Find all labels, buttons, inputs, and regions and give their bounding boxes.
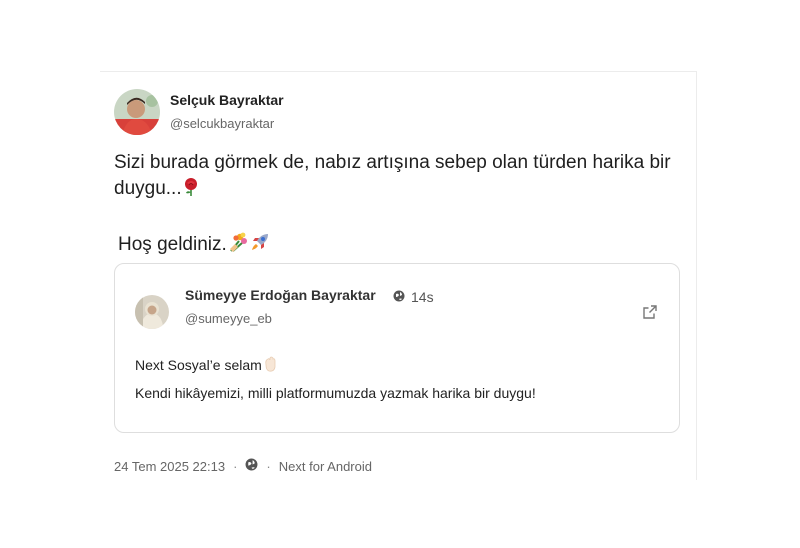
greeting-text: Hoş geldiniz.	[118, 234, 227, 255]
post-body: Sizi burada görmek de, nabız artışına se…	[114, 150, 684, 261]
wave-hand-icon	[262, 355, 280, 376]
post-source: Next for Android	[278, 458, 372, 474]
author-name[interactable]: Selçuk Bayraktar	[170, 91, 284, 109]
quoted-time: 14s	[393, 289, 434, 305]
post-author-row[interactable]: Selçuk Bayraktar @selcukbayraktar	[114, 89, 284, 135]
quoted-text-line1-text: Next Sosyal’e selam	[135, 357, 262, 373]
greeting-line: Hoş geldiniz.	[114, 231, 684, 261]
separator-dot: ·	[233, 458, 238, 474]
quoted-author-avatar[interactable]	[135, 295, 169, 329]
post-text-line1: Sizi burada görmek de, nabız artışına se…	[114, 152, 671, 173]
rose-icon	[182, 177, 200, 205]
author-avatar[interactable]	[114, 89, 160, 135]
post-date[interactable]: 24 Tem 2025 22:13	[114, 459, 225, 474]
separator-dot: ·	[266, 458, 271, 474]
quoted-text-line1: Next Sosyal’e selam	[135, 355, 280, 376]
rocket-icon	[249, 231, 271, 261]
author-handle[interactable]: @selcukbayraktar	[170, 115, 284, 133]
post-text-line2: duygu...	[114, 176, 684, 205]
quoted-text-line2: Kendi hikâyemizi, milli platformumuzda y…	[135, 385, 536, 401]
quoted-time-text: 14s	[411, 289, 434, 305]
open-external-icon[interactable]	[642, 304, 658, 320]
globe-icon	[245, 458, 258, 474]
quoted-author-name[interactable]: Sümeyye Erdoğan Bayraktar	[185, 287, 376, 303]
bouquet-icon	[227, 231, 249, 261]
page: Selçuk Bayraktar @selcukbayraktar Sizi b…	[0, 0, 800, 548]
quoted-post-card[interactable]: Sümeyye Erdoğan Bayraktar 14s @sumeyye_e…	[114, 263, 680, 433]
globe-icon	[393, 289, 405, 305]
post-footer: 24 Tem 2025 22:13 · · Next for Android	[114, 458, 372, 474]
post-text-line2-text: duygu...	[114, 178, 182, 199]
quoted-author-handle[interactable]: @sumeyye_eb	[185, 311, 272, 326]
